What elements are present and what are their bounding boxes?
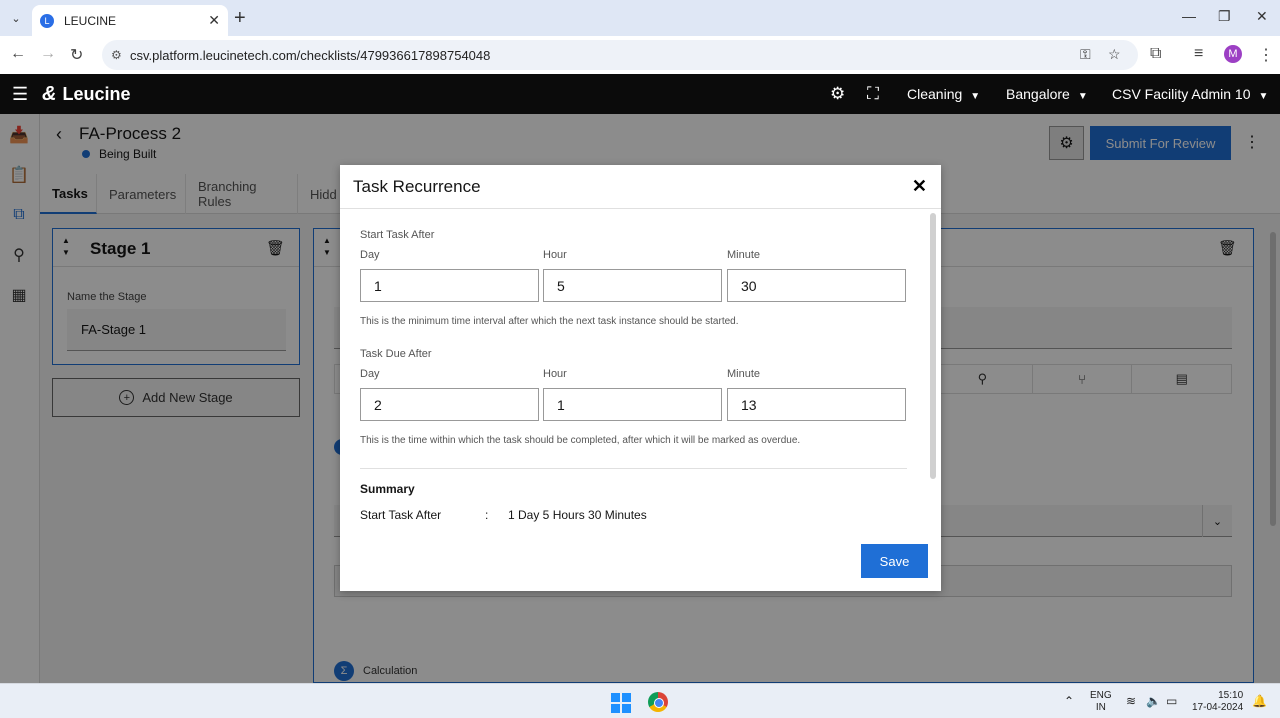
- settings-icon[interactable]: ⚙: [830, 84, 845, 104]
- start-day-label: Day: [360, 249, 380, 261]
- user-dropdown[interactable]: CSV Facility Admin 10 ▼: [1112, 86, 1268, 102]
- brand-name: Leucine: [62, 84, 131, 104]
- task-recurrence-modal: Task Recurrence ✕ Start Task After Day H…: [340, 165, 941, 591]
- bookmark-star-icon[interactable]: ☆: [1108, 46, 1121, 63]
- summary-row: Start Task After : 1 Day 5 Hours 30 Minu…: [360, 508, 647, 522]
- start-minute-label: Minute: [727, 249, 761, 261]
- leucine-logo[interactable]: & Leucine: [42, 83, 130, 106]
- clock-date: 17-04-2024: [1192, 702, 1244, 713]
- summary-separator: :: [485, 508, 489, 522]
- new-tab-icon[interactable]: +: [234, 7, 246, 30]
- browser-tabbar: ⌄ L LEUCINE ✕ + — ❐ ✕: [0, 0, 1280, 36]
- leucine-logo-icon: &: [42, 83, 57, 105]
- media-icon[interactable]: ≡: [1194, 45, 1203, 63]
- modal-body: Start Task After Day Hour Minute 1 5 30 …: [340, 209, 941, 529]
- close-tab-icon[interactable]: ✕: [208, 12, 220, 29]
- start-helper-text: This is the minimum time interval after …: [360, 316, 739, 327]
- start-day-input[interactable]: 1: [360, 269, 539, 302]
- language-indicator[interactable]: ENG IN: [1090, 690, 1112, 714]
- browser-menu-icon[interactable]: ⋮: [1258, 45, 1274, 65]
- user-label: CSV Facility Admin 10: [1112, 86, 1251, 102]
- facility-dropdown[interactable]: Bangalore ▼: [1006, 86, 1088, 102]
- modal-title: Task Recurrence: [353, 177, 481, 196]
- url-text: csv.platform.leucinetech.com/checklists/…: [130, 47, 491, 63]
- due-hour-input[interactable]: 1: [543, 388, 722, 421]
- app-header: ☰ & Leucine ⚙ ⛶ Cleaning ▼ Bangalore ▼ CSV…: [0, 74, 1280, 114]
- due-minute-input[interactable]: 13: [727, 388, 906, 421]
- scan-icon[interactable]: ⛶: [867, 84, 879, 104]
- profile-avatar[interactable]: M: [1224, 45, 1242, 63]
- modal-scrollbar[interactable]: [930, 213, 936, 479]
- due-helper-text: This is the time within which the task s…: [360, 435, 801, 446]
- minimize-icon[interactable]: —: [1182, 8, 1196, 24]
- notification-bell-icon[interactable]: 🔔: [1252, 695, 1267, 707]
- due-day-input[interactable]: 2: [360, 388, 539, 421]
- site-info-icon[interactable]: ⚙: [111, 48, 122, 62]
- summary-divider: [360, 468, 907, 469]
- windows-start-icon[interactable]: [611, 693, 631, 713]
- due-day-label: Day: [360, 368, 380, 380]
- password-key-icon[interactable]: ⚿: [1080, 46, 1091, 63]
- tray-chevron-icon[interactable]: ⌃: [1064, 695, 1074, 707]
- use-case-label: Cleaning: [907, 86, 963, 102]
- start-hour-label: Hour: [543, 249, 567, 261]
- chevron-down-icon: ▼: [970, 91, 981, 102]
- close-icon[interactable]: ✕: [912, 176, 927, 197]
- browser-toolbar: ← → ↻ ⚙ csv.platform.leucinetech.com/che…: [0, 36, 1280, 74]
- volume-icon[interactable]: 🔈: [1146, 695, 1161, 707]
- summary-title: Summary: [360, 482, 415, 496]
- start-hour-input[interactable]: 5: [543, 269, 722, 302]
- clock[interactable]: 15:10 17-04-2024: [1192, 690, 1243, 714]
- forward-icon[interactable]: →: [40, 45, 56, 63]
- language-top: ENG: [1090, 690, 1112, 701]
- start-task-after-label: Start Task After: [360, 229, 435, 241]
- close-window-icon[interactable]: ✕: [1256, 8, 1268, 25]
- task-due-after-label: Task Due After: [360, 348, 432, 360]
- due-hour-label: Hour: [543, 368, 567, 380]
- due-minute-label: Minute: [727, 368, 761, 380]
- chevron-down-icon: ▼: [1258, 91, 1269, 102]
- modal-header: Task Recurrence ✕: [340, 165, 941, 209]
- wifi-icon[interactable]: ≋: [1126, 695, 1136, 707]
- chevron-down-icon: ▼: [1077, 91, 1088, 102]
- battery-icon[interactable]: ▭: [1166, 695, 1177, 707]
- language-bottom: IN: [1095, 702, 1106, 713]
- restore-icon[interactable]: ❐: [1218, 8, 1231, 25]
- save-button[interactable]: Save: [861, 544, 928, 578]
- summary-key: Start Task After: [360, 508, 442, 522]
- start-minute-input[interactable]: 30: [727, 269, 906, 302]
- address-bar[interactable]: ⚙ csv.platform.leucinetech.com/checklist…: [102, 40, 1138, 70]
- extensions-icon[interactable]: ⧉: [1150, 45, 1161, 63]
- summary-value: 1 Day 5 Hours 30 Minutes: [508, 508, 647, 522]
- tab-title: LEUCINE: [64, 13, 117, 28]
- chrome-taskbar-icon[interactable]: [648, 692, 668, 712]
- reload-icon[interactable]: ↻: [70, 45, 83, 65]
- use-case-dropdown[interactable]: Cleaning ▼: [907, 86, 980, 102]
- os-taskbar: ⌃ ENG IN ≋ 🔈 ▭ 15:10 17-04-2024 🔔: [0, 683, 1280, 718]
- facility-label: Bangalore: [1006, 86, 1070, 102]
- back-icon[interactable]: ←: [10, 45, 26, 63]
- clock-time: 15:10: [1218, 690, 1244, 701]
- tab-search-chevron-icon[interactable]: ⌄: [6, 8, 26, 28]
- browser-tab[interactable]: L LEUCINE ✕: [32, 5, 228, 36]
- leucine-favicon-icon: L: [40, 13, 54, 28]
- hamburger-menu-icon[interactable]: ☰: [12, 84, 28, 105]
